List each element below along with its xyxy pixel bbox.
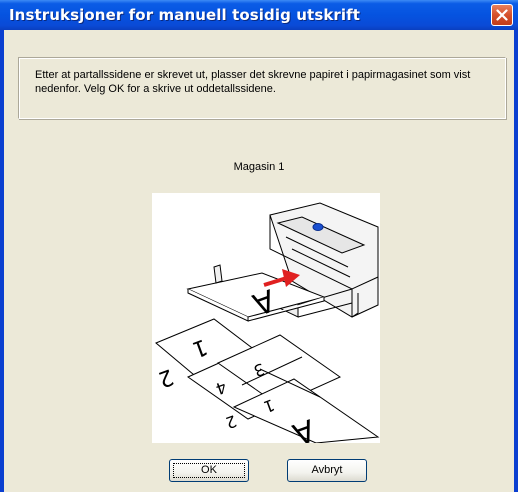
dialog-body: Etter at partallssidene er skrevet ut, p… xyxy=(4,30,514,492)
window-title: Instruksjoner for manuell tosidig utskri… xyxy=(9,6,361,24)
page-number-2a: 2 xyxy=(155,363,177,391)
page-number-2b: 2 xyxy=(223,411,239,432)
tray-caption: Magasin 1 xyxy=(233,161,285,173)
printer-diagram: A 1 2 3 4 1 2 A xyxy=(155,202,380,452)
instruction-panel: Etter at partallssidene er skrevet ut, p… xyxy=(18,57,506,119)
cancel-button-label: Avbryt xyxy=(311,464,343,476)
cancel-button[interactable]: Avbryt xyxy=(287,459,367,482)
page-sheets xyxy=(155,318,380,444)
ok-button[interactable]: OK xyxy=(169,459,249,482)
dialog-window: Instruksjoner for manuell tosidig utskri… xyxy=(0,0,518,492)
title-bar[interactable]: Instruksjoner for manuell tosidig utskri… xyxy=(0,0,518,30)
focus-ring xyxy=(173,463,245,478)
instruction-text: Etter at partallssidene er skrevet ut, p… xyxy=(35,69,471,95)
close-button[interactable] xyxy=(491,4,513,26)
close-icon xyxy=(496,9,508,21)
tray-illustration: A 1 2 3 4 1 2 A xyxy=(152,193,380,452)
